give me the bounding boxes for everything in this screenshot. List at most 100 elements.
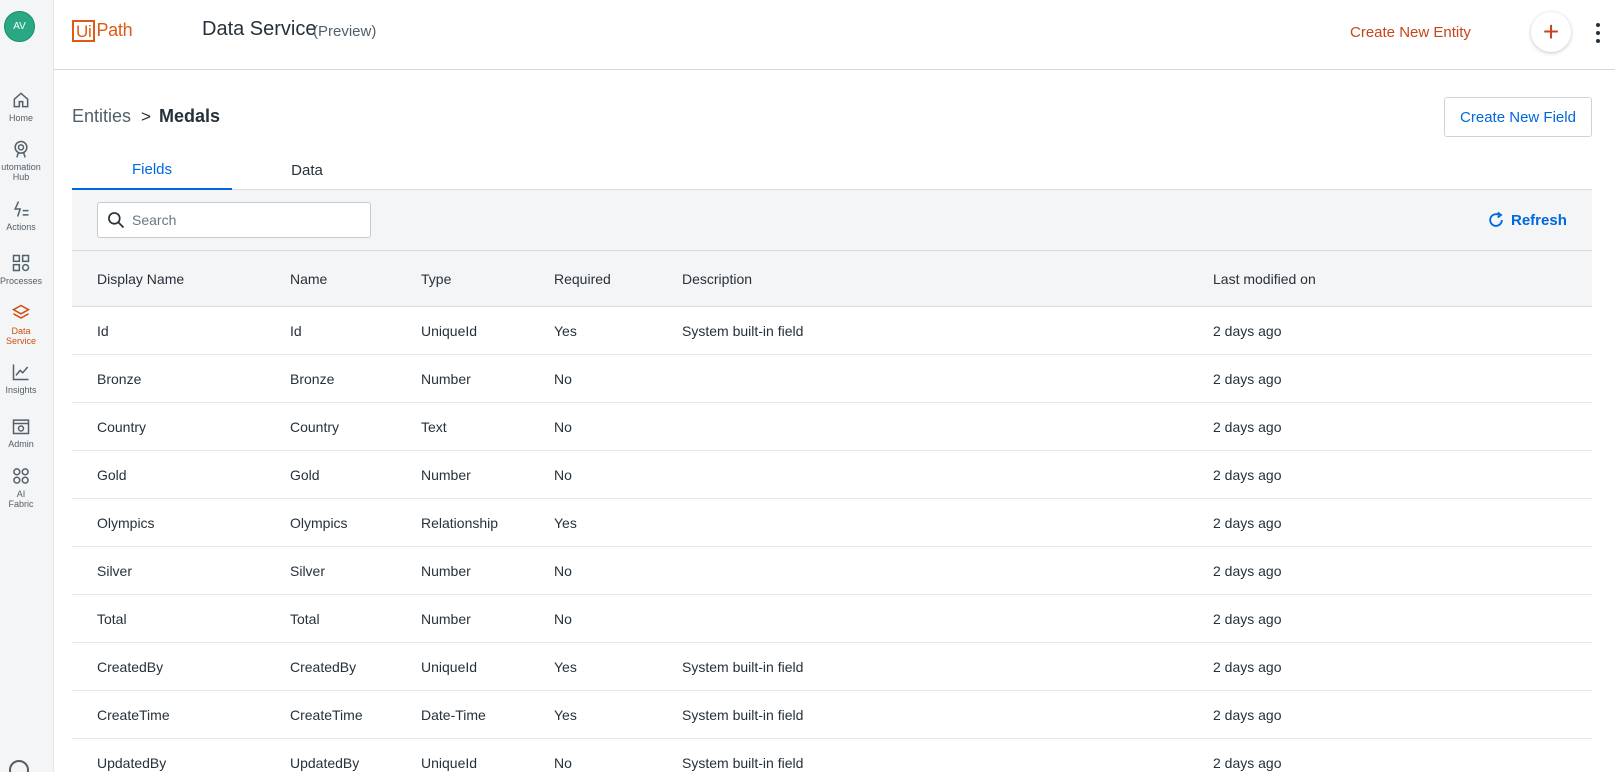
admin-icon <box>12 419 30 435</box>
cell-type: Date-Time <box>421 706 486 723</box>
cell-type: UniqueId <box>421 754 478 771</box>
cell-type: UniqueId <box>421 658 478 675</box>
help-icon[interactable] <box>9 760 29 772</box>
data-service-icon <box>11 304 31 319</box>
cell-description: System built-in field <box>682 658 804 675</box>
search-icon <box>108 212 125 229</box>
home-icon <box>13 92 29 108</box>
cell-last-modified: 2 days ago <box>1213 610 1282 627</box>
table-row[interactable]: Gold Gold Number No 2 days ago <box>72 451 1592 499</box>
preview-label: (Preview) <box>313 23 377 40</box>
insights-icon <box>12 364 29 381</box>
column-header-name[interactable]: Name <box>290 251 327 306</box>
cell-type: Number <box>421 610 471 627</box>
chevron-right-icon: > <box>141 106 151 126</box>
table-row[interactable]: Olympics Olympics Relationship Yes 2 days ag… <box>72 499 1592 547</box>
nav-item-insights[interactable]: Insights <box>0 362 42 395</box>
cell-last-modified: 2 days ago <box>1213 322 1282 339</box>
nav-item-automation-hub[interactable]: utomation Hub <box>0 139 42 182</box>
cell-display-name: Bronze <box>97 370 142 387</box>
cell-type: Number <box>421 562 471 579</box>
nav-label-processes: Processes <box>0 276 43 286</box>
plus-icon: + <box>1542 16 1560 47</box>
cell-last-modified: 2 days ago <box>1213 466 1282 483</box>
cell-last-modified: 2 days ago <box>1213 418 1282 435</box>
cell-last-modified: 2 days ago <box>1213 562 1282 579</box>
table-row[interactable]: CreatedBy CreatedBy UniqueId Yes System buil… <box>72 643 1592 691</box>
table-row[interactable]: Total Total Number No 2 days ago <box>72 595 1592 643</box>
nav-label-ai-fabric-1: AI <box>16 489 26 499</box>
breadcrumb-entities[interactable]: Entities <box>72 106 131 127</box>
nav-label-automation-hub-2: Hub <box>12 172 30 182</box>
column-header-display-name[interactable]: Display Name <box>97 251 184 306</box>
cell-last-modified: 2 days ago <box>1213 754 1282 771</box>
table-row[interactable]: Country Country Text No 2 days ago <box>72 403 1592 451</box>
cell-name: Olympics <box>290 514 348 531</box>
cell-last-modified: 2 days ago <box>1213 658 1282 675</box>
create-new-entity-link[interactable]: Create New Entity <box>1350 24 1471 41</box>
cell-name: Bronze <box>290 370 335 387</box>
cell-required: Yes <box>554 706 577 723</box>
refresh-icon <box>1489 211 1503 227</box>
search-box[interactable] <box>97 202 371 238</box>
tab-fields[interactable]: Fields <box>72 150 232 190</box>
cell-display-name: CreateTime <box>97 706 170 723</box>
cell-type: UniqueId <box>421 322 478 339</box>
fields-table: Display Name Name Type Required Descript… <box>72 251 1592 772</box>
cell-required: Yes <box>554 322 577 339</box>
nav-item-home[interactable]: Home <box>0 90 42 123</box>
nav-item-data-service[interactable]: Data Service <box>0 303 42 346</box>
nav-item-processes[interactable]: Processes <box>0 253 42 286</box>
processes-icon <box>12 254 30 272</box>
app-root: AV Home utomation Hub Actions Processes … <box>0 0 1615 772</box>
table-row[interactable]: UpdatedBy UpdatedBy UniqueId No System built… <box>72 739 1592 772</box>
actions-icon <box>14 201 29 217</box>
cell-required: Yes <box>554 514 577 531</box>
cell-name: Total <box>290 610 320 627</box>
logo-path-text: Path <box>96 20 133 40</box>
cell-display-name: Olympics <box>97 514 155 531</box>
create-new-field-button[interactable]: Create New Field <box>1444 97 1592 137</box>
nav-item-ai-fabric[interactable]: AI Fabric <box>0 466 42 509</box>
cell-name: CreateTime <box>290 706 363 723</box>
cell-display-name: Country <box>97 418 147 435</box>
user-avatar[interactable]: AV <box>4 11 35 42</box>
table-body: Id Id UniqueId Yes System built-in field 2 da… <box>72 307 1592 772</box>
refresh-button[interactable]: Refresh <box>1486 210 1567 230</box>
cell-name: Id <box>290 322 302 339</box>
cell-display-name: Id <box>97 322 109 339</box>
cell-description: System built-in field <box>682 706 804 723</box>
cell-required: No <box>554 754 572 771</box>
cell-name: Gold <box>290 466 320 483</box>
cell-display-name: UpdatedBy <box>97 754 167 771</box>
table-row[interactable]: Silver Silver Number No 2 days ago <box>72 547 1592 595</box>
create-entity-plus-button[interactable]: + <box>1531 12 1571 52</box>
nav-label-data-service-1: Data <box>11 326 31 336</box>
column-header-type[interactable]: Type <box>421 251 451 306</box>
cell-type: Number <box>421 370 471 387</box>
refresh-label: Refresh <box>1511 211 1567 229</box>
cell-display-name: Silver <box>97 562 133 579</box>
table-row[interactable]: Id Id UniqueId Yes System built-in field 2 da… <box>72 307 1592 355</box>
nav-label-automation-hub-1: utomation <box>1 162 41 172</box>
more-options-icon[interactable] <box>1591 21 1605 45</box>
cell-name: CreatedBy <box>290 658 357 675</box>
tab-data[interactable]: Data <box>227 150 387 190</box>
cell-required: No <box>554 610 572 627</box>
table-row[interactable]: CreateTime CreateTime Date-Time Yes System b… <box>72 691 1592 739</box>
cell-type: Number <box>421 466 471 483</box>
cell-type: Relationship <box>421 514 499 531</box>
uipath-logo[interactable]: Ui Path <box>72 19 133 42</box>
cell-name: Silver <box>290 562 326 579</box>
column-header-required[interactable]: Required <box>554 251 611 306</box>
breadcrumb-current: Medals <box>158 106 220 126</box>
column-header-last-modified[interactable]: Last modified on <box>1213 251 1316 306</box>
table-row[interactable]: Bronze Bronze Number No 2 days ago <box>72 355 1592 403</box>
column-header-description[interactable]: Description <box>682 251 752 306</box>
nav-item-actions[interactable]: Actions <box>0 199 42 232</box>
nav-item-admin[interactable]: Admin <box>0 416 42 449</box>
cell-required: No <box>554 418 572 435</box>
automation-hub-icon <box>14 140 28 158</box>
cell-required: No <box>554 562 572 579</box>
search-input[interactable] <box>132 212 362 228</box>
